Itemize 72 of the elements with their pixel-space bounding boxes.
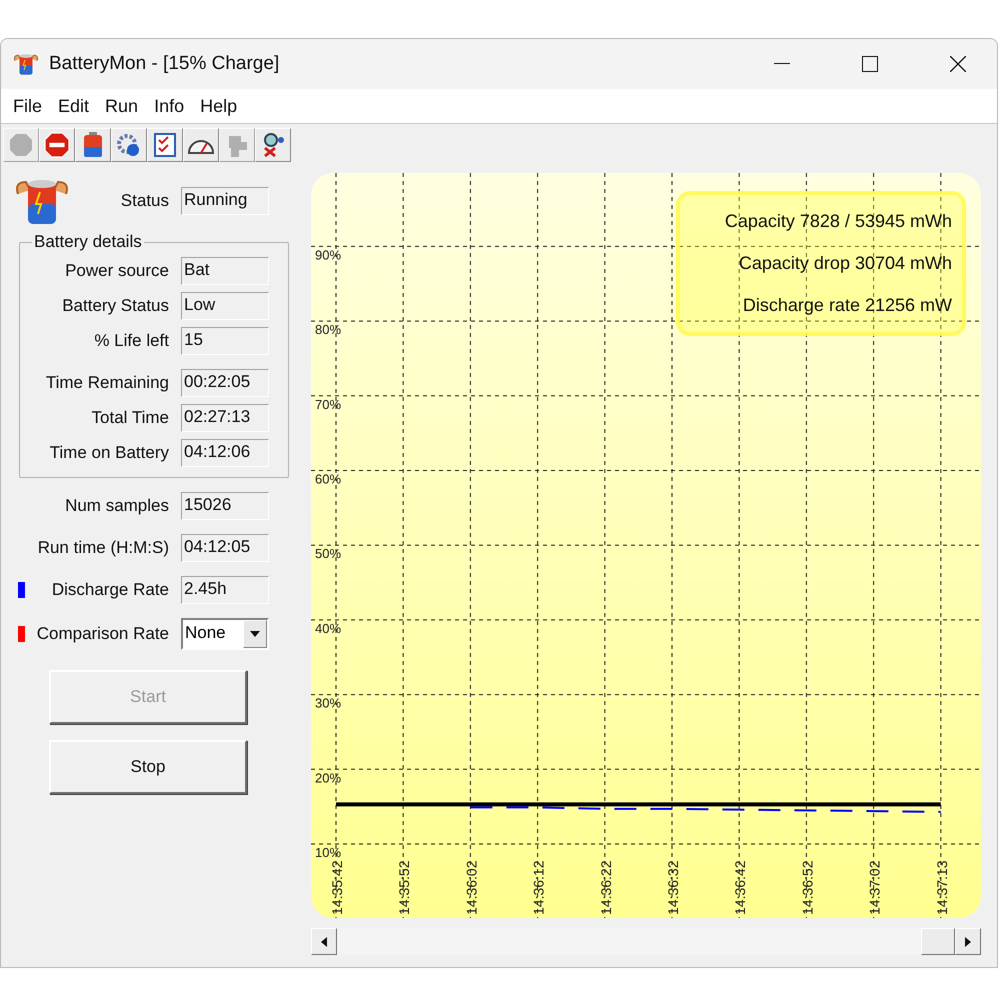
toolbar-button[interactable] xyxy=(75,128,111,162)
x-tick-label: 14:36:52 xyxy=(799,860,816,915)
maximize-icon xyxy=(862,56,878,72)
x-tick-label: 14:36:02 xyxy=(463,860,480,915)
field-label: Num samples xyxy=(64,496,170,516)
x-tick-label: 14:37:13 xyxy=(934,860,950,915)
info-text: Discharge rate 21256 mW xyxy=(742,294,952,316)
value-field: Low xyxy=(181,292,269,320)
checklist-icon xyxy=(154,133,176,157)
value-field: 2.45h xyxy=(181,576,269,604)
field-label: % Life left xyxy=(93,331,170,351)
toolbar-button[interactable] xyxy=(183,128,219,162)
y-tick-label: 20% xyxy=(315,770,342,786)
field-label: Battery Status xyxy=(61,296,170,316)
stop-button[interactable]: Stop xyxy=(49,740,247,794)
value-field: 04:12:06 xyxy=(181,439,269,467)
menu-item[interactable]: Run xyxy=(97,96,146,116)
y-tick-label: 10% xyxy=(315,845,342,860)
value-field: Bat xyxy=(181,257,269,285)
close-icon xyxy=(950,56,966,72)
value-field: 15026 xyxy=(181,492,269,520)
menu-item[interactable]: Info xyxy=(146,96,192,116)
toolbar-button[interactable] xyxy=(147,128,183,162)
field-label: Time Remaining xyxy=(44,373,170,393)
menu-item[interactable]: File xyxy=(5,96,50,116)
menu-item[interactable]: Help xyxy=(192,96,246,116)
scroll-right-button[interactable] xyxy=(955,928,981,955)
gear-icon xyxy=(116,132,142,158)
value-field: 15 xyxy=(181,327,269,355)
y-tick-label: 30% xyxy=(315,696,342,711)
toolbar-button[interactable] xyxy=(255,128,291,162)
x-tick-label: 14:35:52 xyxy=(396,860,412,915)
x-tick-label: 14:36:42 xyxy=(732,860,748,915)
scroll-thumb[interactable] xyxy=(921,928,955,955)
right-arrow-icon xyxy=(965,936,971,946)
field-label: Discharge Rate xyxy=(50,580,170,600)
y-tick-label: 90% xyxy=(315,247,342,262)
y-tick-label: 80% xyxy=(315,322,342,338)
y-tick-label: 60% xyxy=(315,472,342,486)
group-title: Battery details xyxy=(33,232,143,252)
info-text: Capacity 7828 / 53945 mWh xyxy=(724,211,952,232)
battery-icon xyxy=(82,132,104,158)
menu-item[interactable]: Edit xyxy=(50,96,98,116)
field-label: Time on Battery xyxy=(48,443,170,463)
horizontal-scrollbar[interactable] xyxy=(311,928,981,955)
field-label: Run time (H:M:S) xyxy=(36,538,170,558)
left-arrow-icon xyxy=(321,936,327,946)
value-field: 04:12:05 xyxy=(181,534,269,562)
toolbar-button[interactable] xyxy=(39,128,75,162)
field-label: Comparison Rate xyxy=(36,624,170,644)
battery-logo-icon xyxy=(13,52,39,76)
x-tick-label: 14:37:02 xyxy=(866,860,883,915)
comparison-dropdown[interactable]: None xyxy=(181,618,269,650)
info-text: Capacity drop 30704 mWh xyxy=(738,252,952,274)
octagon-icon xyxy=(9,133,33,157)
field-label: Status xyxy=(120,191,170,211)
x-tick-label: 14:36:22 xyxy=(598,860,614,915)
scroll-left-button[interactable] xyxy=(311,928,337,955)
toolbar-button[interactable] xyxy=(111,128,147,162)
value-field: 00:22:05 xyxy=(181,369,269,397)
stop-sign-icon xyxy=(44,132,70,158)
window-title: BatteryMon - [15% Charge] xyxy=(49,53,280,75)
field-label: Power source xyxy=(64,261,170,281)
minimize-icon xyxy=(774,63,790,65)
x-tick-label: 14:36:12 xyxy=(530,860,547,915)
y-tick-label: 70% xyxy=(315,396,342,412)
field-label: Total Time xyxy=(90,408,170,428)
y-tick-label: 40% xyxy=(315,620,342,636)
y-tick-label: 50% xyxy=(315,546,342,562)
caret-icon xyxy=(250,631,260,637)
status-field: Running xyxy=(181,187,269,215)
value-field: 02:27:13 xyxy=(181,404,269,432)
